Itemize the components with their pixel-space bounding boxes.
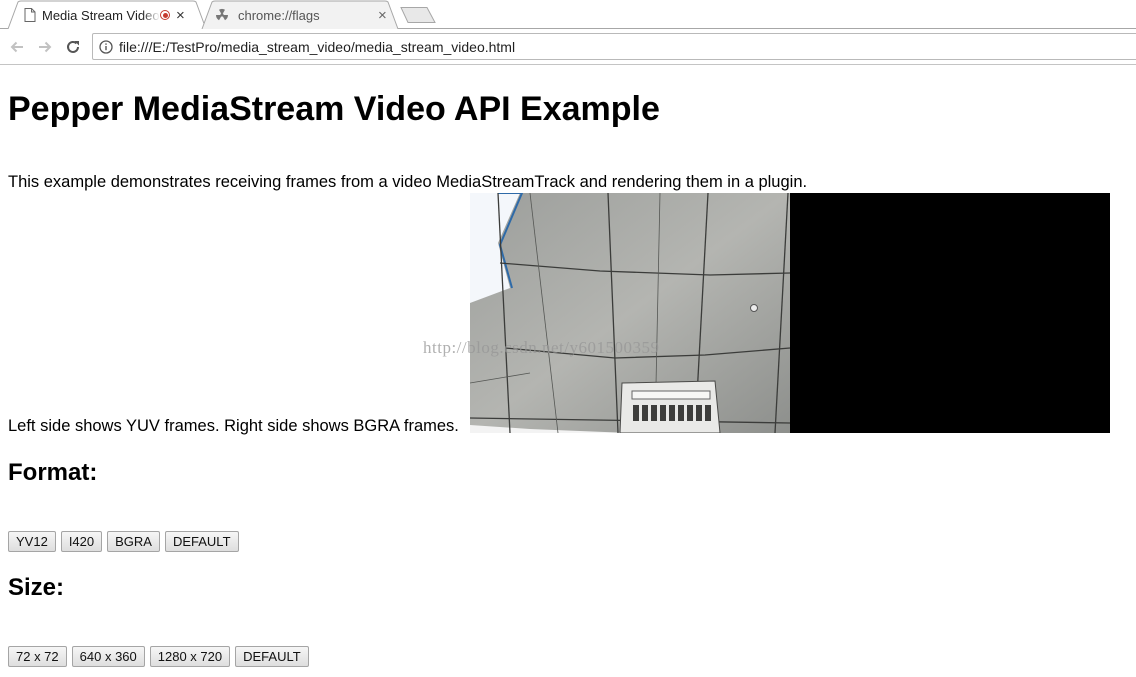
toolbar: file:///E:/TestPro/media_stream_video/me…	[0, 29, 1136, 65]
arrow-left-icon	[10, 41, 23, 53]
reload-button[interactable]	[62, 36, 84, 58]
size-heading: Size:	[8, 574, 65, 601]
bgra-video-frame	[790, 193, 1110, 433]
radiation-icon	[214, 7, 230, 23]
reload-icon	[67, 40, 79, 53]
page-icon	[24, 8, 36, 22]
tab-title: chrome://flags	[238, 7, 320, 23]
close-icon[interactable]: ×	[176, 8, 185, 23]
size-button-row: 72 x 72 640 x 360 1280 x 720 DEFAULT	[8, 646, 309, 667]
format-i420-button[interactable]: I420	[60, 531, 103, 552]
size-1280x720-button[interactable]: 1280 x 720	[149, 646, 231, 667]
url-text: file:///E:/TestPro/media_stream_video/me…	[119, 38, 516, 55]
format-yv12-button[interactable]: YV12	[8, 531, 56, 552]
tab-strip: Media Stream Video × chrome://flags ×	[0, 0, 1136, 30]
camera-ceiling-image	[470, 193, 790, 433]
size-72x72-button[interactable]: 72 x 72	[8, 646, 67, 667]
tab-chrome-flags[interactable]: chrome://flags ×	[201, 0, 399, 30]
format-default-button[interactable]: DEFAULT	[164, 531, 239, 552]
format-button-row: YV12 I420 BGRA DEFAULT	[8, 531, 239, 552]
size-640x360-button[interactable]: 640 x 360	[71, 646, 145, 667]
address-bar[interactable]: file:///E:/TestPro/media_stream_video/me…	[92, 33, 1136, 60]
recording-icon	[160, 10, 170, 20]
frames-caption: Left side shows YUV frames. Right side s…	[8, 417, 459, 435]
watermark-text: http://blog.csdn.net/y601500359	[423, 338, 660, 357]
tab-title: Media Stream Video	[42, 7, 160, 23]
close-icon[interactable]: ×	[378, 8, 387, 23]
arrow-right-icon	[39, 41, 52, 53]
forward-button[interactable]	[34, 36, 56, 58]
tab-media-stream-video[interactable]: Media Stream Video ×	[7, 0, 207, 30]
info-icon[interactable]	[99, 39, 113, 54]
page-description: This example demonstrates receiving fram…	[8, 173, 808, 191]
size-default-button[interactable]: DEFAULT	[235, 646, 309, 667]
back-button[interactable]	[6, 36, 28, 58]
page-title: Pepper MediaStream Video API Example	[8, 90, 660, 128]
new-tab-button[interactable]	[400, 7, 436, 23]
format-bgra-button[interactable]: BGRA	[107, 531, 160, 552]
page-content: Pepper MediaStream Video API Example Thi…	[0, 66, 1136, 677]
yuv-video-frame	[470, 193, 790, 433]
format-heading: Format:	[8, 459, 98, 486]
